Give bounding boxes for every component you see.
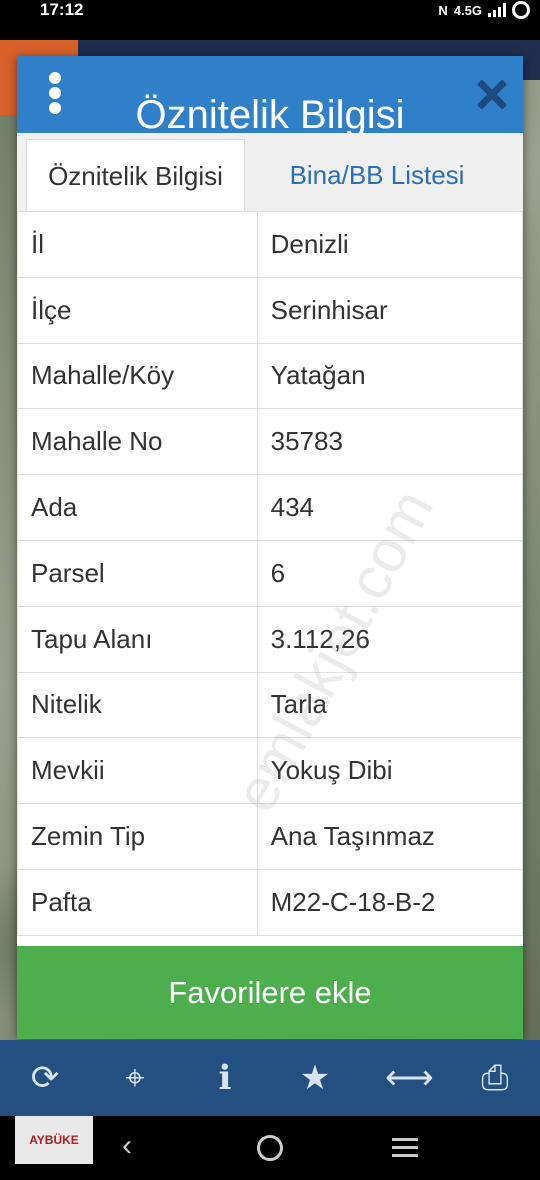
row-value: Denizli <box>256 211 524 278</box>
row-key: Mahalle No <box>17 408 258 476</box>
locate-icon[interactable]: ⌖ <box>115 1058 155 1098</box>
row-key: Parsel <box>17 539 258 607</box>
table-row: Mahalle/Köy Yatağan <box>17 342 524 410</box>
row-key: Tapu Alanı <box>17 605 258 673</box>
signal-icon <box>488 3 506 17</box>
print-icon[interactable]: ⎙ <box>475 1058 515 1098</box>
tab-attribute-info[interactable]: Öznitelik Bilgisi <box>26 139 245 212</box>
table-row: Parsel 6 <box>17 539 524 607</box>
row-key: Zemin Tip <box>17 803 258 870</box>
status-indicators: N 4.5G <box>438 0 530 20</box>
row-value: M22-C-18-B-2 <box>256 868 524 936</box>
status-time: 17:12 <box>40 0 84 19</box>
row-key: Nitelik <box>17 671 258 739</box>
attribute-dialog: Öznitelik Bilgisi Öznitelik Bilgisi Bina… <box>17 56 524 1039</box>
dialog-header: Öznitelik Bilgisi <box>17 56 523 137</box>
row-value: Ana Taşınmaz <box>256 803 524 870</box>
table-row: Pafta M22-C-18-B-2 <box>17 868 524 936</box>
add-favorite-button[interactable]: Favorilere ekle <box>17 946 523 1039</box>
star-icon[interactable]: ★ <box>295 1058 335 1098</box>
row-key: Mevkii <box>17 737 258 805</box>
row-value: Serinhisar <box>256 276 524 344</box>
back-icon[interactable]: ‹ <box>122 1131 150 1161</box>
table-row: İlçe Serinhisar <box>17 276 524 344</box>
row-value: 35783 <box>256 408 524 476</box>
table-row: Mahalle No 35783 <box>17 408 524 476</box>
system-nav-bar: AYBÜKE ‹ <box>0 1116 540 1180</box>
table-row: İl Denizli <box>17 211 524 278</box>
tab-bar: Öznitelik Bilgisi Bina/BB Listesi <box>17 133 523 212</box>
network-type: 4.5G <box>453 2 482 18</box>
status-bar: 17:12 N 4.5G <box>0 0 540 40</box>
measure-icon[interactable]: ⟷ <box>385 1058 434 1098</box>
tab-building-list[interactable]: Bina/BB Listesi <box>247 139 507 211</box>
nfc-icon: N <box>438 2 448 18</box>
table-row: Tapu Alanı 3.112,26 <box>17 605 524 673</box>
attribute-table: İl Denizli İlçe Serinhisar Mahalle/Köy Y… <box>17 211 524 936</box>
row-key: İl <box>17 211 258 278</box>
row-key: Pafta <box>17 868 258 936</box>
brand-logo: AYBÜKE <box>15 1116 93 1164</box>
row-value: Yatağan <box>256 342 524 410</box>
bottom-toolbar: ⟳ ⌖ i ★ ⟷ ⎙ <box>0 1040 540 1116</box>
row-key: Mahalle/Köy <box>17 342 258 410</box>
close-icon[interactable] <box>476 78 508 110</box>
status-circle-icon <box>512 1 530 19</box>
row-key: İlçe <box>17 276 258 344</box>
home-icon[interactable] <box>257 1135 283 1161</box>
info-icon[interactable]: i <box>205 1058 245 1098</box>
recents-icon[interactable] <box>392 1138 418 1162</box>
row-key: Ada <box>17 474 258 541</box>
refresh-icon[interactable]: ⟳ <box>25 1058 65 1098</box>
table-row: Ada 434 <box>17 474 524 541</box>
